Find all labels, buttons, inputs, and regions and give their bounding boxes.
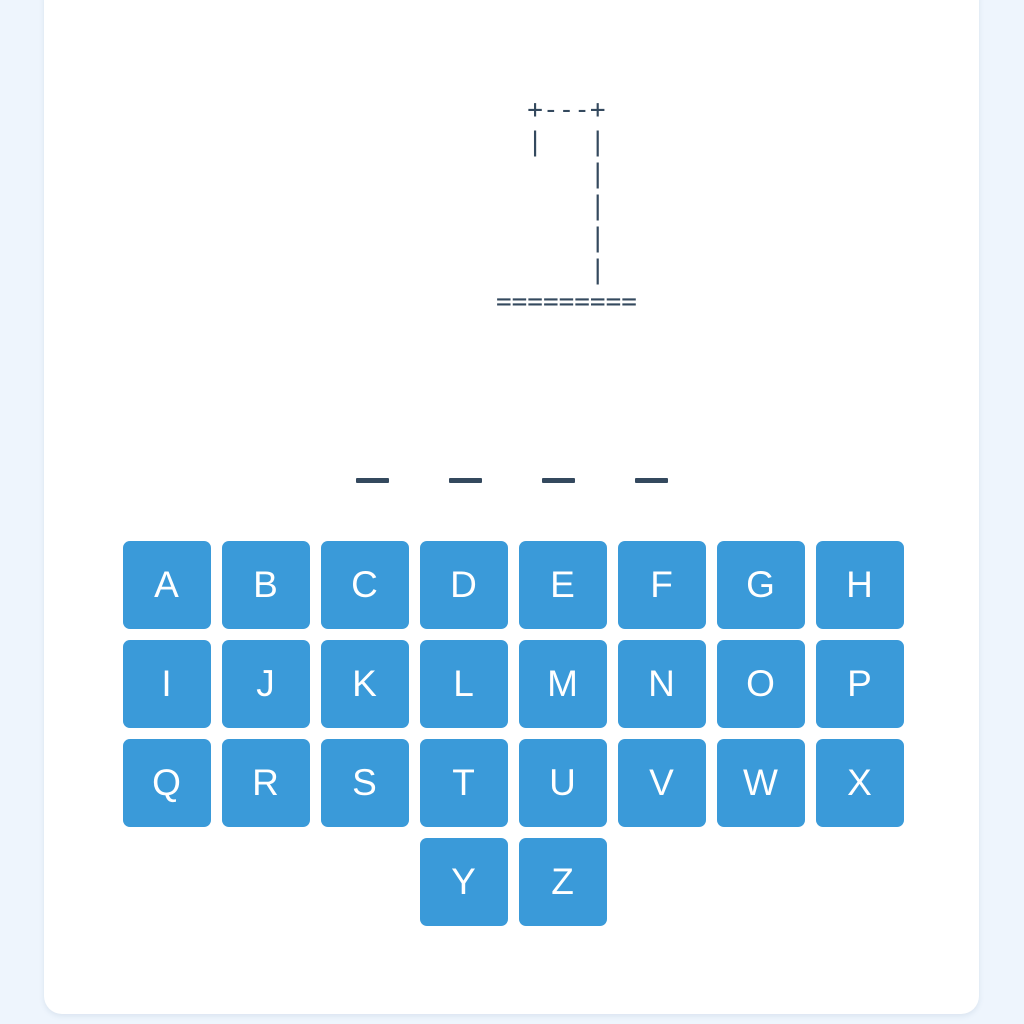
key-f[interactable]: F (617, 541, 706, 629)
key-k[interactable]: K (320, 640, 409, 728)
key-v[interactable]: V (617, 739, 706, 827)
letter-keyboard: A B C D E F G H I J K L M N O P Q R S T … (121, 541, 905, 926)
key-y[interactable]: Y (419, 838, 508, 926)
letter-slot (512, 452, 605, 498)
key-p[interactable]: P (815, 640, 904, 728)
key-c[interactable]: C (320, 541, 409, 629)
letter-slot (605, 452, 698, 498)
blank-underscore (356, 478, 389, 483)
key-b[interactable]: B (221, 541, 310, 629)
letter-slot (419, 452, 512, 498)
key-z[interactable]: Z (518, 838, 607, 926)
key-j[interactable]: J (221, 640, 310, 728)
key-a[interactable]: A (122, 541, 211, 629)
key-u[interactable]: U (518, 739, 607, 827)
key-x[interactable]: X (815, 739, 904, 827)
key-s[interactable]: S (320, 739, 409, 827)
key-l[interactable]: L (419, 640, 508, 728)
key-o[interactable]: O (716, 640, 805, 728)
hangman-gallows: +---+ | | | | | | ========= (496, 95, 637, 317)
key-q[interactable]: Q (122, 739, 211, 827)
blank-underscore (542, 478, 575, 483)
key-n[interactable]: N (617, 640, 706, 728)
key-t[interactable]: T (419, 739, 508, 827)
letter-slot (326, 452, 419, 498)
key-w[interactable]: W (716, 739, 805, 827)
key-e[interactable]: E (518, 541, 607, 629)
key-i[interactable]: I (122, 640, 211, 728)
blank-underscore (635, 478, 668, 483)
key-h[interactable]: H (815, 541, 904, 629)
key-d[interactable]: D (419, 541, 508, 629)
word-display (0, 452, 1024, 498)
key-g[interactable]: G (716, 541, 805, 629)
blank-underscore (449, 478, 482, 483)
key-m[interactable]: M (518, 640, 607, 728)
key-r[interactable]: R (221, 739, 310, 827)
